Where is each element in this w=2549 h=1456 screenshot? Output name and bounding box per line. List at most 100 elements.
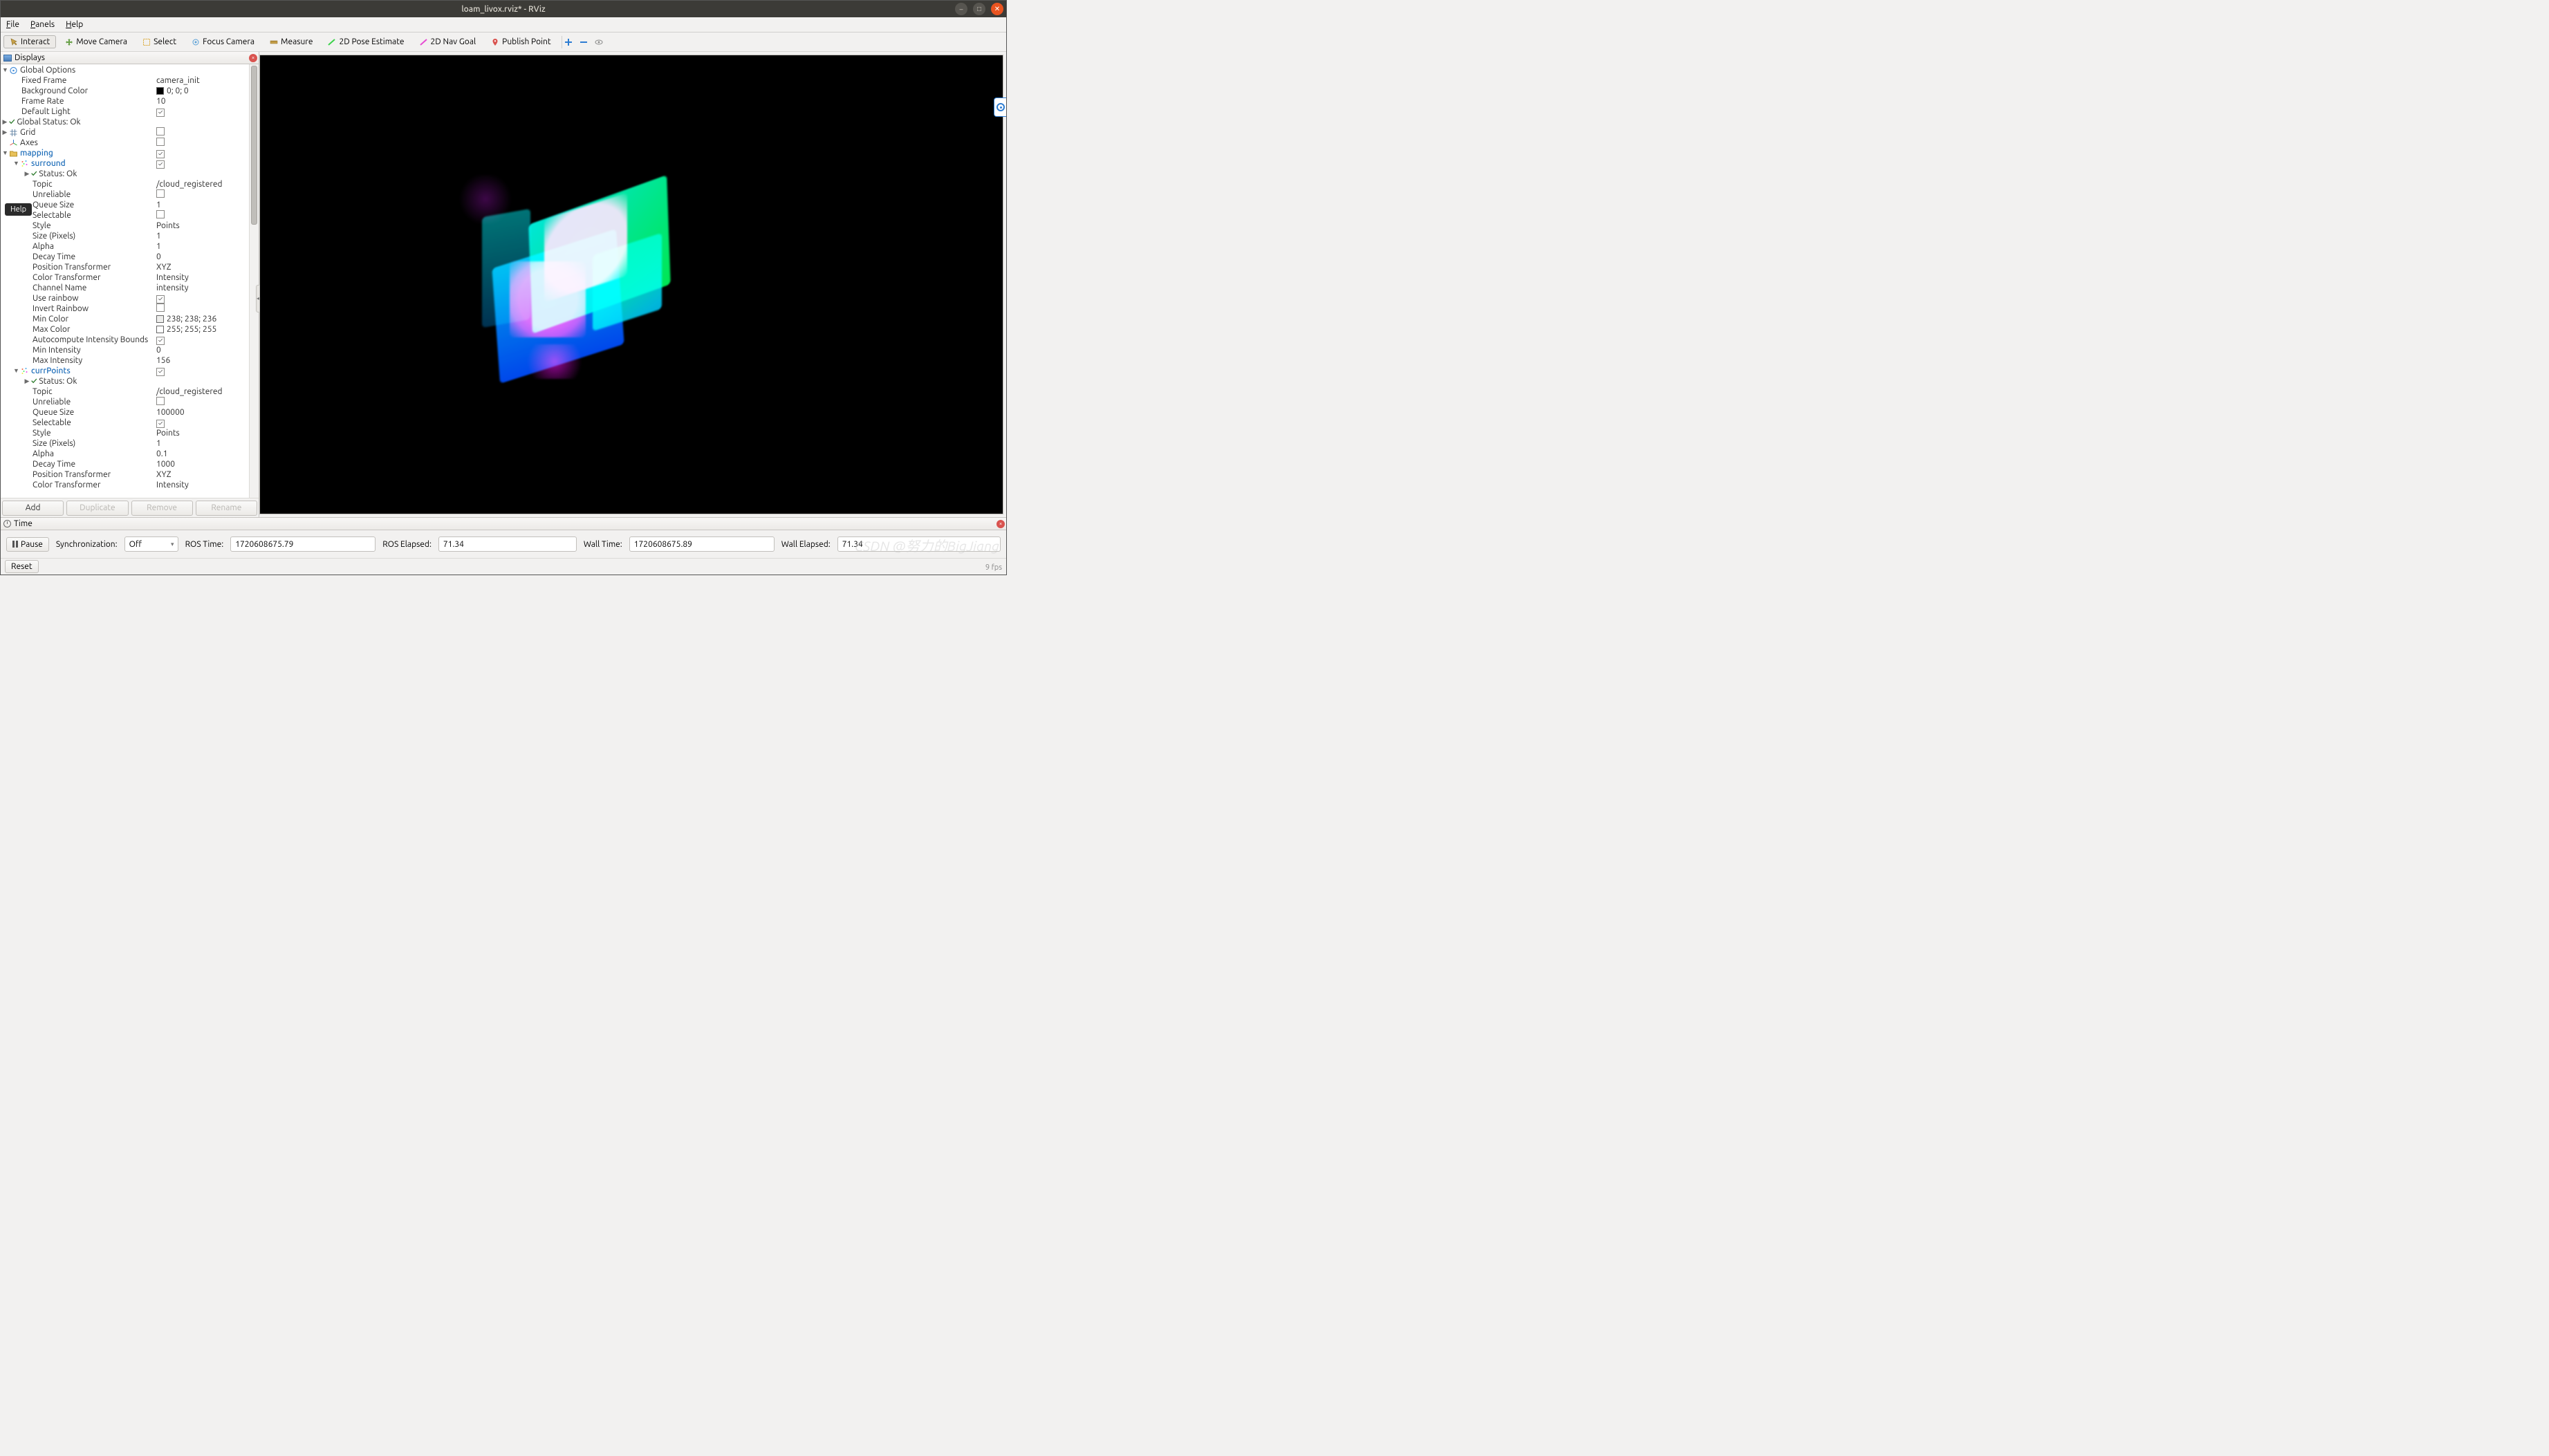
time-panel-header[interactable]: Time × — [1, 518, 1006, 530]
currpoints-unreliable-checkbox[interactable] — [156, 397, 165, 405]
tool-focus-camera[interactable]: Focus Camera — [185, 35, 261, 48]
currpoints-status[interactable]: Status: Ok — [39, 376, 77, 386]
prop-frame-rate[interactable]: Frame Rate — [21, 96, 64, 106]
surround-minint[interactable]: Min Intensity — [33, 345, 81, 355]
menu-file[interactable]: File — [6, 20, 19, 29]
surround-decay[interactable]: Decay Time — [33, 252, 75, 262]
window-close-button[interactable]: ✕ — [991, 3, 1003, 15]
currpoints-selectable-checkbox[interactable] — [156, 420, 165, 428]
currpoints-style-value[interactable]: Points — [155, 428, 249, 438]
currpoints-topic-value[interactable]: /cloud_registered — [155, 386, 249, 397]
currpoints-decay[interactable]: Decay Time — [33, 459, 75, 469]
teamviewer-widget[interactable] — [994, 97, 1006, 117]
currpoints-pos-value[interactable]: XYZ — [155, 469, 249, 480]
surround-channel-value[interactable]: intensity — [155, 283, 249, 293]
prop-default-light[interactable]: Default Light — [21, 106, 71, 117]
tool-remove-icon[interactable] — [579, 37, 588, 47]
surround-minint-value[interactable]: 0 — [155, 345, 249, 355]
currpoints-size-value[interactable]: 1 — [155, 438, 249, 449]
currpoints-topic[interactable]: Topic — [33, 386, 53, 397]
currpoints-color[interactable]: Color Transformer — [33, 480, 101, 490]
reset-button[interactable]: Reset — [5, 560, 39, 573]
surround-invert[interactable]: Invert Rainbow — [33, 304, 89, 314]
surround-pos[interactable]: Position Transformer — [33, 262, 111, 272]
sync-combo[interactable]: Off — [124, 536, 178, 552]
surround-auto[interactable]: Autocompute Intensity Bounds — [33, 335, 148, 345]
remove-button[interactable]: Remove — [131, 501, 193, 516]
surround-selectable[interactable]: Selectable — [33, 210, 71, 221]
expand-icon[interactable] — [13, 366, 19, 376]
grid-label[interactable]: Grid — [20, 127, 35, 138]
surround-mincolor[interactable]: Min Color — [33, 314, 68, 324]
currpoints-color-value[interactable]: Intensity — [155, 480, 249, 490]
axes-label[interactable]: Axes — [20, 138, 38, 148]
pause-button[interactable]: Pause — [6, 537, 49, 552]
surround-mincolor-value[interactable]: 238; 238; 236 — [155, 314, 249, 324]
surround-invert-checkbox[interactable] — [156, 304, 165, 312]
surround-unreliable-checkbox[interactable] — [156, 189, 165, 198]
tool-publish-point[interactable]: Publish Point — [485, 35, 557, 48]
menu-panels[interactable]: Panels — [30, 20, 55, 29]
surround-status[interactable]: Status: Ok — [39, 169, 77, 179]
surround-decay-value[interactable]: 0 — [155, 252, 249, 262]
currpoints-queue[interactable]: Queue Size — [33, 407, 74, 418]
surround-label[interactable]: surround — [31, 158, 66, 169]
mapping-checkbox[interactable] — [156, 150, 165, 158]
prop-frame-rate-value[interactable]: 10 — [155, 96, 249, 106]
tool-interact[interactable]: Interact — [3, 35, 56, 48]
surround-maxcolor[interactable]: Max Color — [33, 324, 70, 335]
tree-scrollbar[interactable] — [249, 64, 259, 498]
tool-select[interactable]: Select — [136, 35, 183, 48]
expand-icon[interactable] — [2, 127, 8, 138]
global-status-label[interactable]: Global Status: Ok — [17, 117, 80, 127]
currpoints-pos[interactable]: Position Transformer — [33, 469, 111, 480]
add-button[interactable]: Add — [2, 501, 64, 516]
prop-fixed-frame-value[interactable]: camera_init — [155, 75, 249, 86]
wall-time-field[interactable]: 1720608675.89 — [629, 536, 775, 552]
surround-topic-value[interactable]: /cloud_registered — [155, 179, 249, 189]
expand-icon[interactable] — [2, 65, 8, 75]
surround-alpha[interactable]: Alpha — [33, 241, 54, 252]
tool-2d-pose-estimate[interactable]: 2D Pose Estimate — [322, 35, 410, 48]
tool-2d-nav-goal[interactable]: 2D Nav Goal — [414, 35, 483, 48]
expand-icon[interactable] — [24, 169, 30, 179]
currpoints-selectable[interactable]: Selectable — [33, 418, 71, 428]
mapping-label[interactable]: mapping — [20, 148, 53, 158]
surround-size[interactable]: Size (Pixels) — [33, 231, 75, 241]
global-options-label[interactable]: Global Options — [20, 65, 75, 75]
expand-icon[interactable] — [2, 148, 8, 158]
surround-maxint-value[interactable]: 156 — [155, 355, 249, 366]
tool-add-icon[interactable] — [564, 37, 573, 47]
expand-icon[interactable] — [13, 158, 19, 169]
currpoints-style[interactable]: Style — [33, 428, 51, 438]
surround-queue[interactable]: Queue Size — [33, 200, 74, 210]
currpoints-label[interactable]: currPoints — [31, 366, 71, 376]
surround-topic[interactable]: Topic — [33, 179, 53, 189]
prop-default-light-checkbox[interactable] — [156, 109, 165, 117]
expand-icon[interactable] — [2, 117, 8, 127]
surround-maxcolor-value[interactable]: 255; 255; 255 — [155, 324, 249, 335]
surround-alpha-value[interactable]: 1 — [155, 241, 249, 252]
grid-checkbox[interactable] — [156, 127, 165, 136]
menu-help[interactable]: Help — [66, 20, 83, 29]
3d-viewport[interactable]: ◂ — [259, 55, 1003, 514]
currpoints-decay-value[interactable]: 1000 — [155, 459, 249, 469]
duplicate-button[interactable]: Duplicate — [66, 501, 128, 516]
window-minimize-button[interactable]: – — [955, 3, 967, 15]
currpoints-alpha[interactable]: Alpha — [33, 449, 54, 459]
wall-elapsed-field[interactable]: 71.34 — [837, 536, 1001, 552]
displays-tree[interactable]: Global Options Fixed Frame camera_init Ba… — [1, 64, 249, 498]
surround-checkbox[interactable] — [156, 160, 165, 169]
surround-rainbow-checkbox[interactable] — [156, 295, 165, 304]
currpoints-size[interactable]: Size (Pixels) — [33, 438, 75, 449]
surround-channel[interactable]: Channel Name — [33, 283, 86, 293]
tool-eye-icon[interactable] — [594, 37, 604, 47]
tool-measure[interactable]: Measure — [263, 35, 319, 48]
splitter-handle[interactable]: ◂ — [256, 285, 260, 312]
prop-fixed-frame[interactable]: Fixed Frame — [21, 75, 66, 86]
currpoints-checkbox[interactable] — [156, 368, 165, 376]
prop-bg-color[interactable]: Background Color — [21, 86, 88, 96]
surround-color[interactable]: Color Transformer — [33, 272, 101, 283]
currpoints-unreliable[interactable]: Unreliable — [33, 397, 71, 407]
surround-style-value[interactable]: Points — [155, 221, 249, 231]
